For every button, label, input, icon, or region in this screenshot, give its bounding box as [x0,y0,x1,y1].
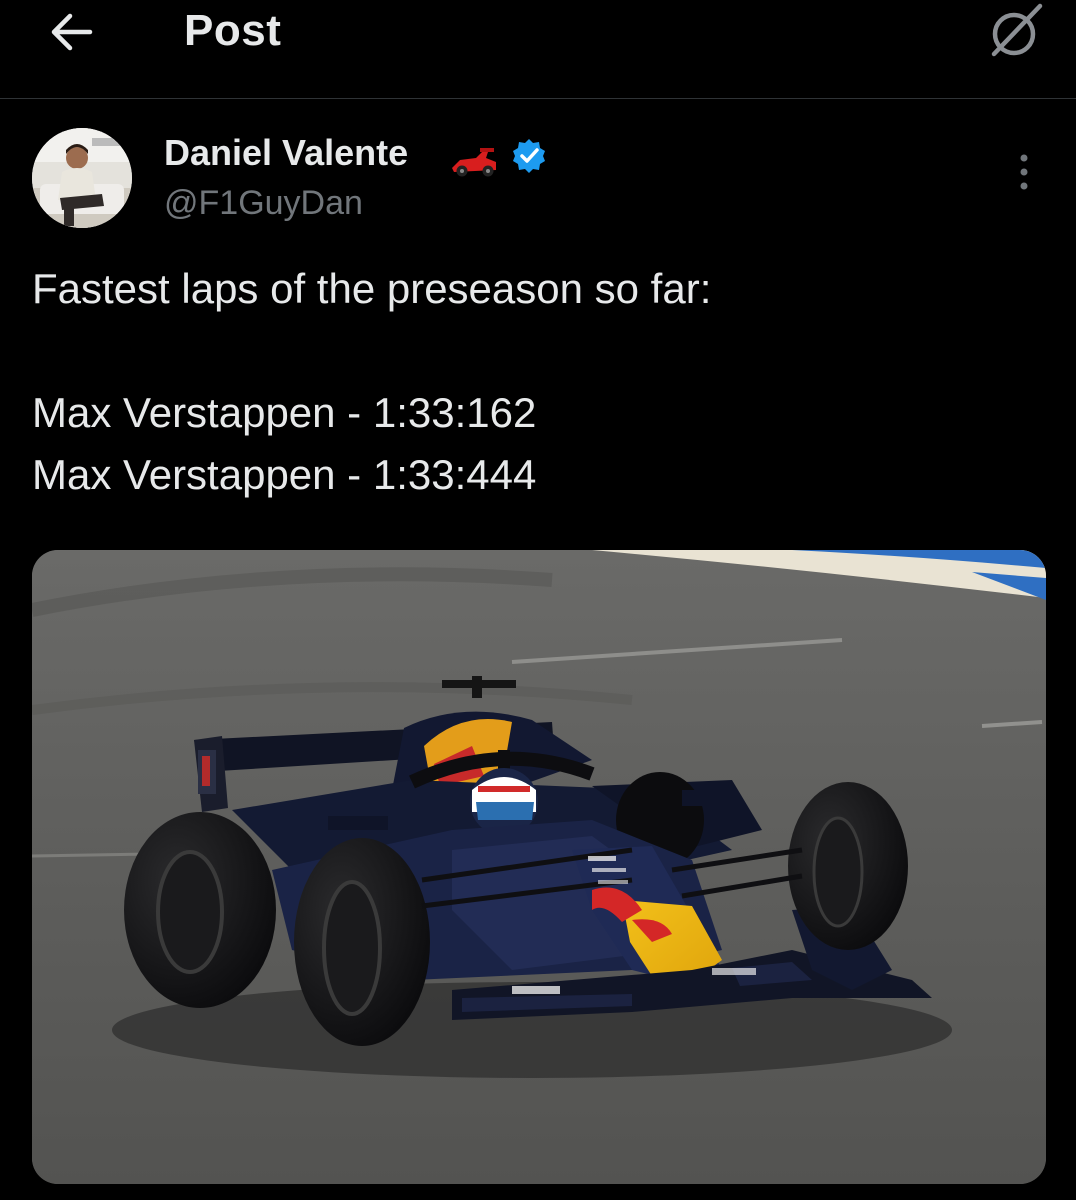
arrow-left-icon [51,13,93,51]
avatar[interactable] [32,128,132,228]
page-title: Post [184,6,282,55]
post-text-line: Fastest laps of the preseason so far: [32,265,712,312]
post-text-line: Max Verstappen - 1:33:162 [32,389,537,436]
top-bar: Post [0,0,1076,99]
verified-badge-icon [513,139,545,173]
user-handle[interactable]: @F1GuyDan [164,184,363,223]
back-button[interactable] [40,6,104,58]
display-name[interactable]: Daniel Valente [164,132,408,174]
post-text-line [32,320,1032,382]
grok-icon [991,3,1043,57]
post-text: Fastest laps of the preseason so far: Ma… [32,258,1032,506]
more-vertical-icon [1020,154,1028,190]
post-text-line: Max Verstappen - 1:33:444 [32,451,537,498]
f1-car-photo [32,550,1046,1184]
more-options-button[interactable] [1006,150,1042,194]
grok-button[interactable] [982,2,1046,62]
post-media-image[interactable] [32,550,1046,1184]
racing-car-emoji [452,148,496,177]
avatar-photo [32,128,132,228]
